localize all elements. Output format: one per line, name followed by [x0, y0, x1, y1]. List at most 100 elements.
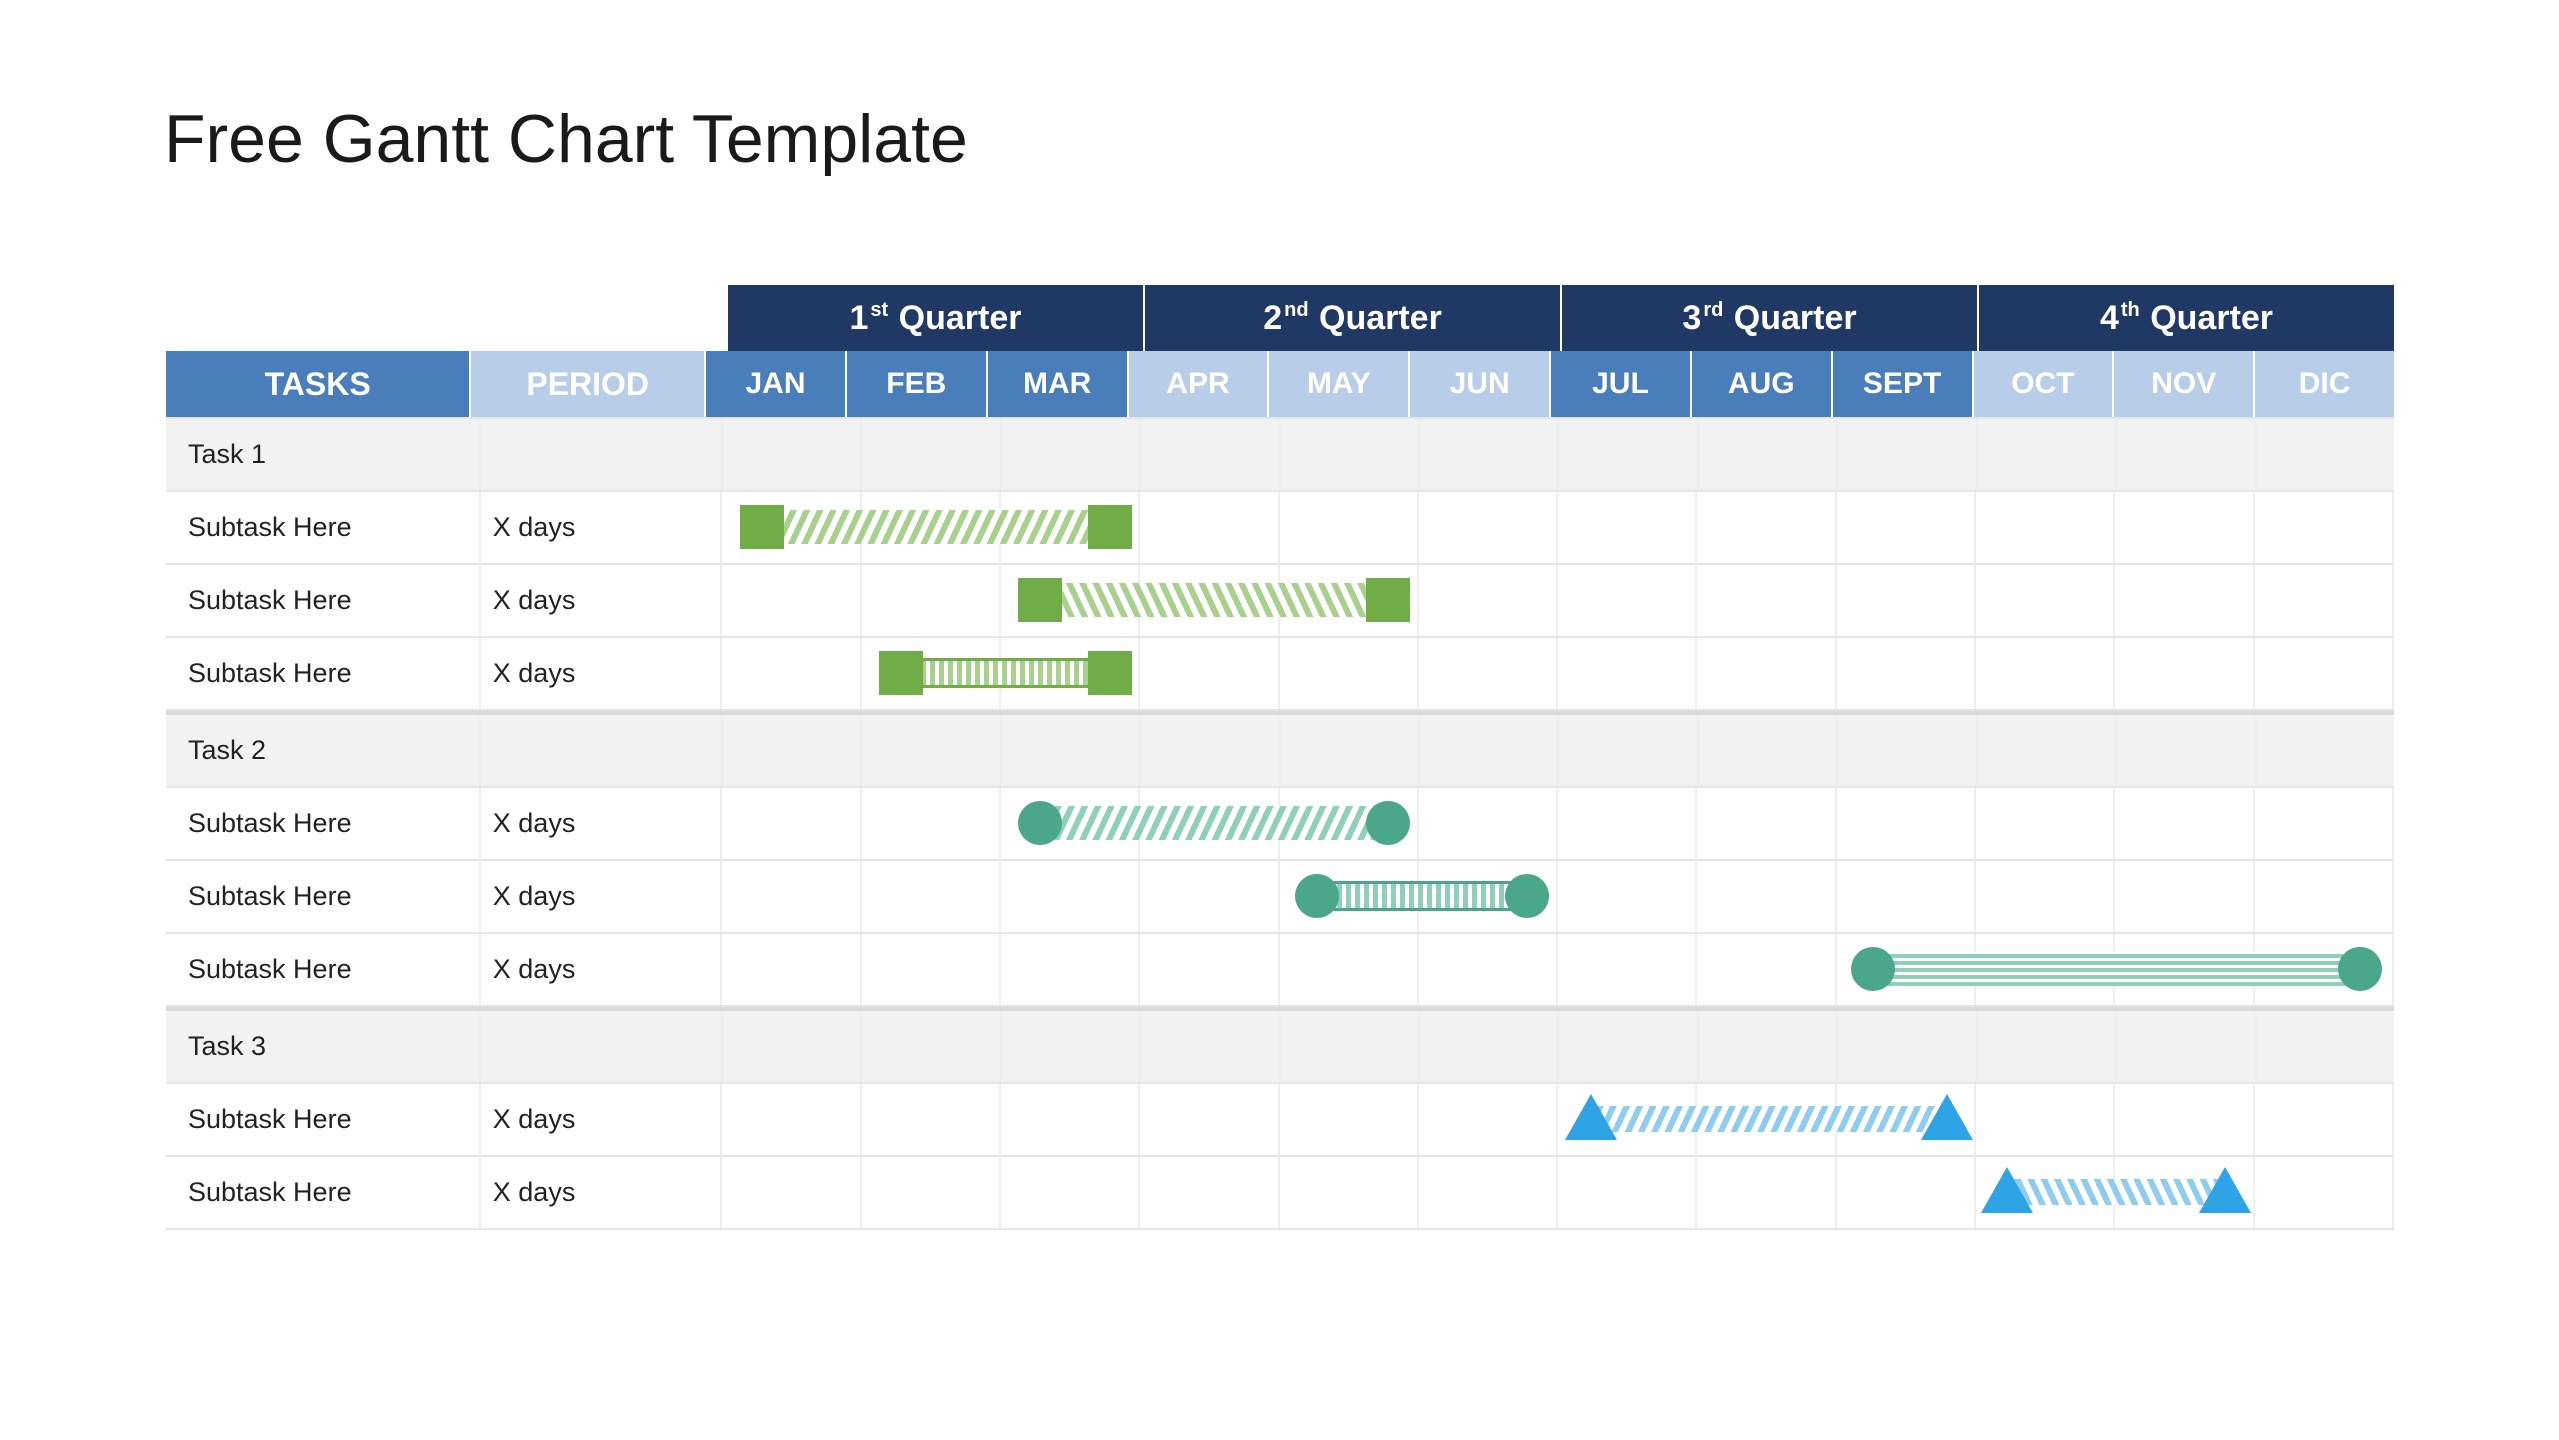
subtask-row: Subtask HereX days	[166, 934, 2394, 1007]
bar-body	[1597, 1106, 1941, 1132]
month-cell	[2257, 419, 2394, 490]
quarter-header: 4th Quarter	[1979, 285, 2394, 351]
month-cell	[1558, 788, 1697, 859]
period-label: X days	[481, 934, 722, 1005]
month-cell	[862, 934, 1001, 1005]
month-cell	[1002, 1011, 1141, 1082]
month-cell	[722, 1157, 861, 1228]
month-cell	[1419, 788, 1558, 859]
period-label: X days	[481, 492, 722, 563]
period-label: X days	[481, 1157, 722, 1228]
month-cell	[1419, 492, 1558, 563]
month-cell	[2255, 638, 2394, 709]
month-header-row: TASKS PERIOD JANFEBMARAPRMAYJUNJULAUGSEP…	[166, 351, 2394, 417]
month-cell	[1697, 934, 1836, 1005]
month-cell	[2115, 1084, 2254, 1155]
triangle-icon	[1921, 1094, 1973, 1140]
month-cell	[2117, 419, 2256, 490]
gantt-bar	[885, 656, 1127, 690]
task-label: Subtask Here	[166, 1157, 481, 1228]
bar-body	[1042, 583, 1386, 617]
month-cell	[862, 565, 1001, 636]
tasks-header: TASKS	[166, 351, 471, 417]
month-cell	[1837, 565, 1976, 636]
month-cell	[1141, 715, 1280, 786]
month-cell	[1001, 861, 1140, 932]
circle-icon	[2338, 947, 2382, 991]
quarter-header: 3rd Quarter	[1562, 285, 1979, 351]
month-cell	[1976, 788, 2115, 859]
month-cell	[2115, 861, 2254, 932]
month-cell	[862, 419, 1001, 490]
month-cell	[2255, 565, 2394, 636]
month-cell	[862, 1084, 1001, 1155]
month-cell	[1419, 565, 1558, 636]
month-cell	[722, 934, 861, 1005]
month-cell	[1558, 861, 1697, 932]
triangle-icon	[1981, 1167, 2033, 1213]
month-cell	[1001, 1157, 1140, 1228]
month-header: NOV	[2114, 351, 2255, 417]
month-cell	[1280, 638, 1419, 709]
month-cell	[1837, 638, 1976, 709]
month-cell	[1558, 492, 1697, 563]
period-label	[481, 419, 723, 490]
month-cell	[723, 1011, 862, 1082]
subtask-row: Subtask HereX days	[166, 788, 2394, 861]
month-cell	[1420, 715, 1559, 786]
period-label	[481, 715, 723, 786]
month-cell	[1280, 492, 1419, 563]
month-header: AUG	[1692, 351, 1833, 417]
month-cell	[1280, 934, 1419, 1005]
month-cell	[2255, 788, 2394, 859]
task-label: Subtask Here	[166, 788, 481, 859]
month-header: MAY	[1269, 351, 1410, 417]
month-cell	[1837, 861, 1976, 932]
month-cell	[2255, 492, 2394, 563]
month-cell	[2115, 638, 2254, 709]
month-cell	[1697, 1157, 1836, 1228]
month-cell	[1558, 1157, 1697, 1228]
month-cell	[2117, 1011, 2256, 1082]
month-cell	[1558, 638, 1697, 709]
month-cell	[1978, 1011, 2117, 1082]
month-cell	[722, 788, 861, 859]
bar-body	[2013, 1179, 2219, 1205]
period-label: X days	[481, 861, 722, 932]
month-cell	[722, 638, 861, 709]
task-group-row: Task 1	[166, 417, 2394, 492]
month-cell	[1838, 419, 1977, 490]
month-cell	[2255, 861, 2394, 932]
task-group-row: Task 2	[166, 711, 2394, 788]
month-cell	[862, 715, 1001, 786]
quarter-header: 1st Quarter	[728, 285, 1145, 351]
month-cell	[1976, 861, 2115, 932]
month-cell	[2115, 492, 2254, 563]
square-icon	[879, 651, 923, 695]
period-label	[481, 1011, 723, 1082]
period-header: PERIOD	[471, 351, 706, 417]
task-label: Subtask Here	[166, 638, 481, 709]
month-cell	[2117, 715, 2256, 786]
month-cell	[1558, 934, 1697, 1005]
month-cell	[1140, 1157, 1279, 1228]
month-cell	[1559, 715, 1698, 786]
month-cell	[723, 715, 862, 786]
month-cell	[1976, 1084, 2115, 1155]
square-icon	[1018, 578, 1062, 622]
month-header: JUL	[1551, 351, 1692, 417]
task-label: Task 2	[166, 715, 481, 786]
month-cell	[1697, 861, 1836, 932]
subtask-row: Subtask HereX days	[166, 638, 2394, 711]
month-cell	[1976, 492, 2115, 563]
circle-icon	[1505, 874, 1549, 918]
month-cell	[723, 419, 862, 490]
period-label: X days	[481, 565, 722, 636]
task-label: Subtask Here	[166, 934, 481, 1005]
month-cell	[1281, 715, 1420, 786]
gantt-bar	[1857, 952, 2376, 986]
period-label: X days	[481, 638, 722, 709]
month-cell	[1419, 638, 1558, 709]
month-cell	[1141, 1011, 1280, 1082]
month-cell	[1140, 492, 1279, 563]
